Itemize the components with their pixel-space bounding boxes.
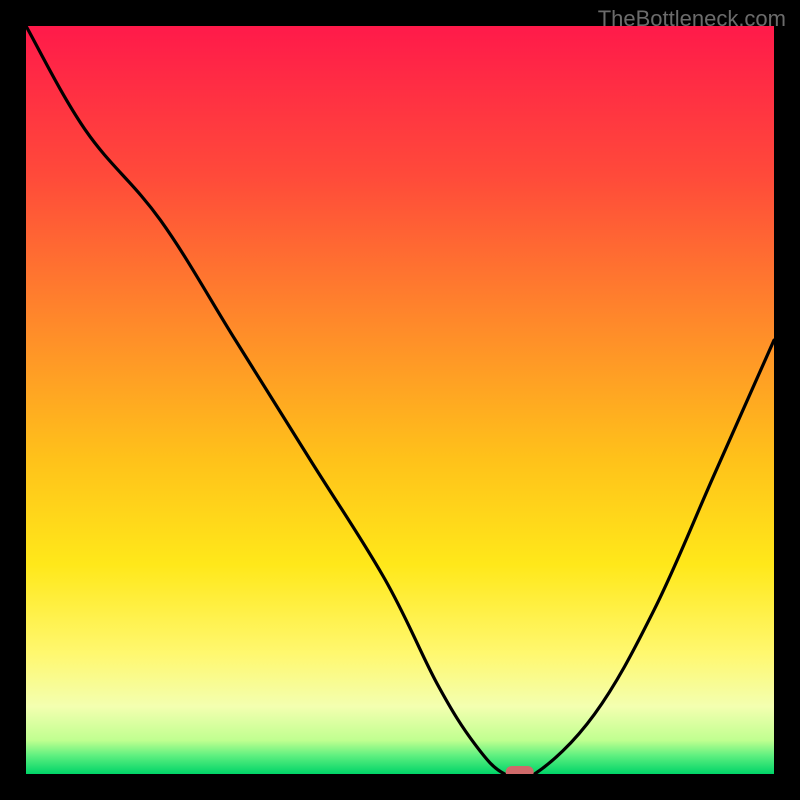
optimal-marker [506,766,534,774]
gradient-background [26,26,774,774]
bottleneck-chart [26,26,774,774]
chart-frame [26,26,774,774]
watermark-text: TheBottleneck.com [598,6,786,32]
